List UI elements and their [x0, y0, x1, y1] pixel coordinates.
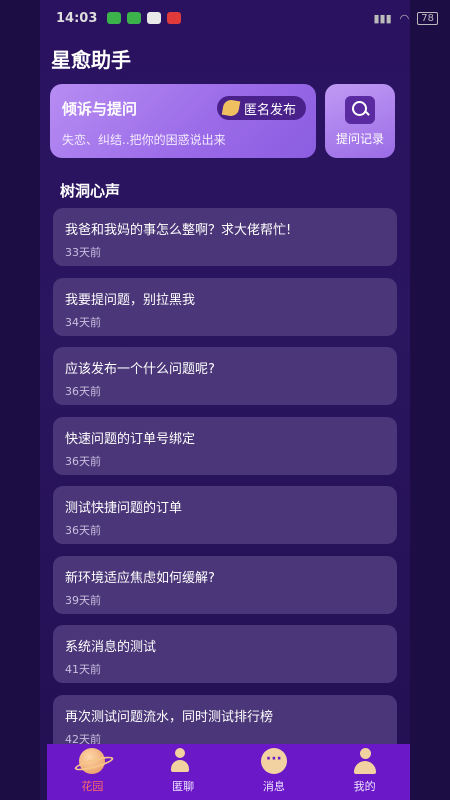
battery-icon: 78 [417, 11, 438, 25]
wechat-icon [107, 12, 122, 24]
tab-profile[interactable]: 我的 [319, 744, 410, 800]
ask-card-subtitle: 失恋、纠结..把你的困惑说出来 [62, 133, 226, 147]
wifi-icon: ◠ [399, 11, 410, 25]
post-time: 36天前 [65, 385, 101, 398]
phone-frame: 14:03 ▮▮▮ ◠ 78 星愈助手 倾诉与提问 失恋、纠结..把你的困惑说出… [0, 0, 450, 800]
wechat-icon [127, 12, 142, 24]
post-title: 我爸和我妈的事怎么整啊？求大佬帮忙! [65, 223, 292, 238]
system-icons: ▮▮▮ ◠ 78 [373, 11, 438, 25]
post-time: 39天前 [65, 593, 101, 607]
list-item[interactable]: 新环境适应焦虑如何缓解? 39天前 [53, 555, 397, 614]
post-title: 系统消息的测试 [65, 640, 157, 655]
app-notification-icon [167, 12, 182, 24]
question-history-label: 提问记录 [335, 131, 384, 146]
message-icon [260, 748, 287, 774]
post-time: 36天前 [65, 524, 101, 537]
signal-icon: ▮▮▮ [373, 11, 392, 25]
post-list: 我爸和我妈的事怎么整啊？求大佬帮忙! 33天前 我要提问题，别拉黑我 34天前 … [53, 208, 397, 764]
question-history-button[interactable]: 提问记录 [325, 84, 395, 158]
anonymous-post-label: 匿名发布 [243, 102, 296, 118]
list-item[interactable]: 系统消息的测试 41天前 [53, 625, 397, 683]
search-icon [345, 95, 375, 124]
post-title: 测试快捷问题的订单 [65, 501, 183, 516]
status-time: 14:03 [56, 10, 98, 26]
tab-label: 我的 [353, 780, 376, 793]
tab-anonymous-chat[interactable]: 匿聊 [138, 744, 229, 800]
anonymous-post-button[interactable]: 匿名发布 [216, 96, 306, 120]
status-bar: 14:03 ▮▮▮ ◠ 78 [0, 0, 450, 36]
qq-icon [147, 12, 162, 24]
bottom-tab-bar: 花园 匿聊 消息 我的 [47, 744, 410, 800]
post-title: 我要提问题，别拉黑我 [65, 292, 196, 308]
tab-garden[interactable]: 花园 [47, 744, 138, 800]
post-title: 再次测试问题流水，同时测试排行榜 [65, 709, 274, 725]
tab-label: 匿聊 [172, 780, 195, 793]
section-title: 树洞心声 [60, 182, 121, 200]
list-item[interactable]: 我爸和我妈的事怎么整啊？求大佬帮忙! 33天前 [53, 208, 397, 266]
post-time: 34天前 [65, 315, 101, 329]
list-item[interactable]: 应该发布一个什么问题呢? 36天前 [53, 347, 397, 405]
list-item[interactable]: 测试快捷问题的订单 36天前 [53, 486, 397, 544]
notification-icons [107, 12, 182, 24]
post-time: 33天前 [65, 246, 101, 259]
leaf-icon [221, 98, 241, 118]
post-time: 41天前 [65, 663, 101, 676]
ask-question-card[interactable]: 倾诉与提问 失恋、纠结..把你的困惑说出来 匿名发布 [50, 84, 316, 158]
tab-label: 消息 [262, 780, 285, 793]
list-item[interactable]: 快速问题的订单号绑定 36天前 [53, 416, 397, 475]
tab-label: 花园 [81, 780, 104, 793]
profile-icon [352, 748, 378, 774]
post-title: 应该发布一个什么问题呢? [65, 362, 215, 377]
tab-messages[interactable]: 消息 [229, 744, 320, 800]
post-time: 36天前 [65, 454, 101, 468]
app-title: 星愈助手 [51, 48, 131, 72]
list-item[interactable]: 我要提问题，别拉黑我 34天前 [53, 277, 397, 336]
post-title: 新环境适应焦虑如何缓解? [65, 570, 215, 586]
chat-users-icon [170, 748, 196, 774]
post-title: 快速问题的订单号绑定 [65, 431, 196, 447]
planet-icon [79, 748, 106, 774]
